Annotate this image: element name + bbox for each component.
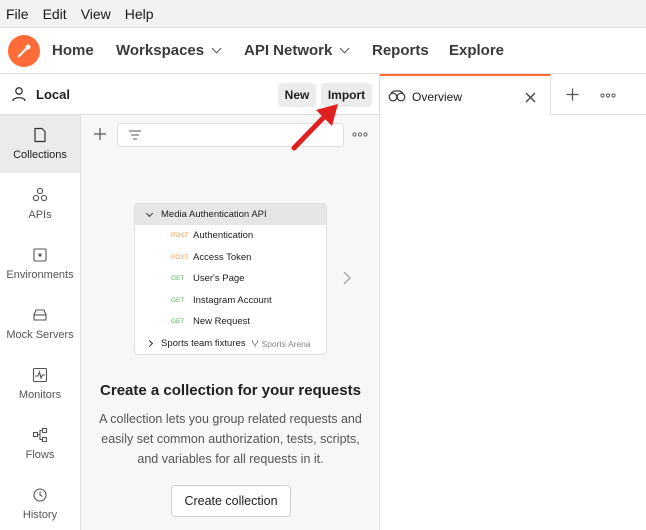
preview-request-row: GET New Request <box>135 311 326 333</box>
menu-file[interactable]: File <box>6 6 29 22</box>
tab-label: Overview <box>412 90 463 104</box>
mock-servers-icon <box>33 309 47 321</box>
new-tab-plus-icon[interactable] <box>566 88 579 101</box>
method-badge: POST <box>171 232 189 240</box>
rail-item-history[interactable]: History <box>0 475 80 530</box>
preview-footer-row: Sports team fixtures Sports Arena <box>135 333 326 355</box>
rail-label: Monitors <box>18 389 62 401</box>
environments-icon <box>33 248 47 262</box>
empty-state-title: Create a collection for your requests <box>100 382 361 399</box>
rail-label: Mock Servers <box>6 329 74 341</box>
postman-logo-icon[interactable] <box>8 34 40 67</box>
filter-icon <box>129 130 141 140</box>
rail-label: Flows <box>25 449 55 461</box>
collections-panel: Media Authentication API POST Authentica… <box>81 115 380 530</box>
request-name: User's Page <box>193 273 245 285</box>
request-name: Authentication <box>193 230 254 242</box>
flows-icon <box>32 427 48 443</box>
rail-item-apis[interactable]: APIs <box>0 175 80 233</box>
annotation-arrow-icon <box>291 104 338 151</box>
nav-explore[interactable]: Explore <box>449 42 504 59</box>
preview-footer-workspace: Sports Arena <box>251 339 311 349</box>
empty-state-description: A collection lets you group related requ… <box>99 412 362 466</box>
chevron-down-icon <box>145 209 154 217</box>
tab-bar: Overview <box>380 74 646 115</box>
more-options-icon[interactable] <box>352 132 368 137</box>
rail-item-mock-servers[interactable]: Mock Servers <box>0 295 80 353</box>
method-badge: GET <box>171 318 185 326</box>
rail-item-environments[interactable]: Environments <box>0 235 80 293</box>
menu-view[interactable]: View <box>81 6 111 22</box>
preview-request-row: GET User's Page <box>135 268 326 290</box>
method-badge: GET <box>171 275 185 283</box>
rail-label: History <box>22 509 58 521</box>
nav-reports[interactable]: Reports <box>372 42 429 59</box>
tab-overview[interactable]: Overview <box>380 74 551 115</box>
rail-item-monitors[interactable]: Monitors <box>0 355 80 413</box>
rail-label: APIs <box>28 209 52 221</box>
apis-icon <box>32 187 48 202</box>
left-rail: Collections APIs Environments Mock Serve… <box>0 115 81 530</box>
chevron-down-icon <box>339 43 350 54</box>
tab-options-icon[interactable] <box>600 93 616 98</box>
monitors-icon <box>32 367 48 383</box>
rail-item-flows[interactable]: Flows <box>0 415 80 473</box>
chevron-right-icon <box>145 339 154 348</box>
collection-preview: Media Authentication API POST Authentica… <box>134 203 327 355</box>
preview-collection-name: Media Authentication API <box>161 209 267 220</box>
preview-request-row: GET Instagram Account <box>135 290 326 312</box>
request-name: Access Token <box>193 251 252 263</box>
request-name: Instagram Account <box>193 294 272 306</box>
method-badge: GET <box>171 296 185 304</box>
menu-help[interactable]: Help <box>125 6 154 22</box>
create-collection-button[interactable]: Create collection <box>171 485 291 517</box>
preview-footer-collection: Sports team fixtures <box>161 338 246 349</box>
preview-request-row: POST Authentication <box>135 225 326 247</box>
preview-collection-row: Media Authentication API <box>135 204 326 225</box>
rail-label: Collections <box>13 149 67 161</box>
workspace-name: Local <box>36 87 70 102</box>
nav-home[interactable]: Home <box>52 42 94 59</box>
nav-workspaces[interactable]: Workspaces <box>116 42 222 59</box>
chevron-right-icon[interactable] <box>343 271 351 285</box>
menu-edit[interactable]: Edit <box>43 6 67 22</box>
preview-request-row: POST Access Token <box>135 247 326 269</box>
rail-label: Environments <box>6 269 74 281</box>
collections-icon <box>34 127 46 143</box>
rail-item-collections[interactable]: Collections <box>0 115 80 173</box>
nav-api-network[interactable]: API Network <box>244 42 350 59</box>
fork-icon <box>252 339 259 347</box>
chevron-down-icon <box>211 43 222 54</box>
history-icon <box>33 488 47 502</box>
top-nav: Home Workspaces API Network Reports Expl… <box>0 28 646 74</box>
menu-bar: File Edit View Help <box>0 0 646 28</box>
user-icon <box>12 87 26 102</box>
method-badge: POST <box>171 253 189 261</box>
overview-icon <box>388 90 406 102</box>
close-icon[interactable] <box>525 92 536 103</box>
plus-icon[interactable] <box>93 127 107 141</box>
request-name: New Request <box>193 316 251 328</box>
